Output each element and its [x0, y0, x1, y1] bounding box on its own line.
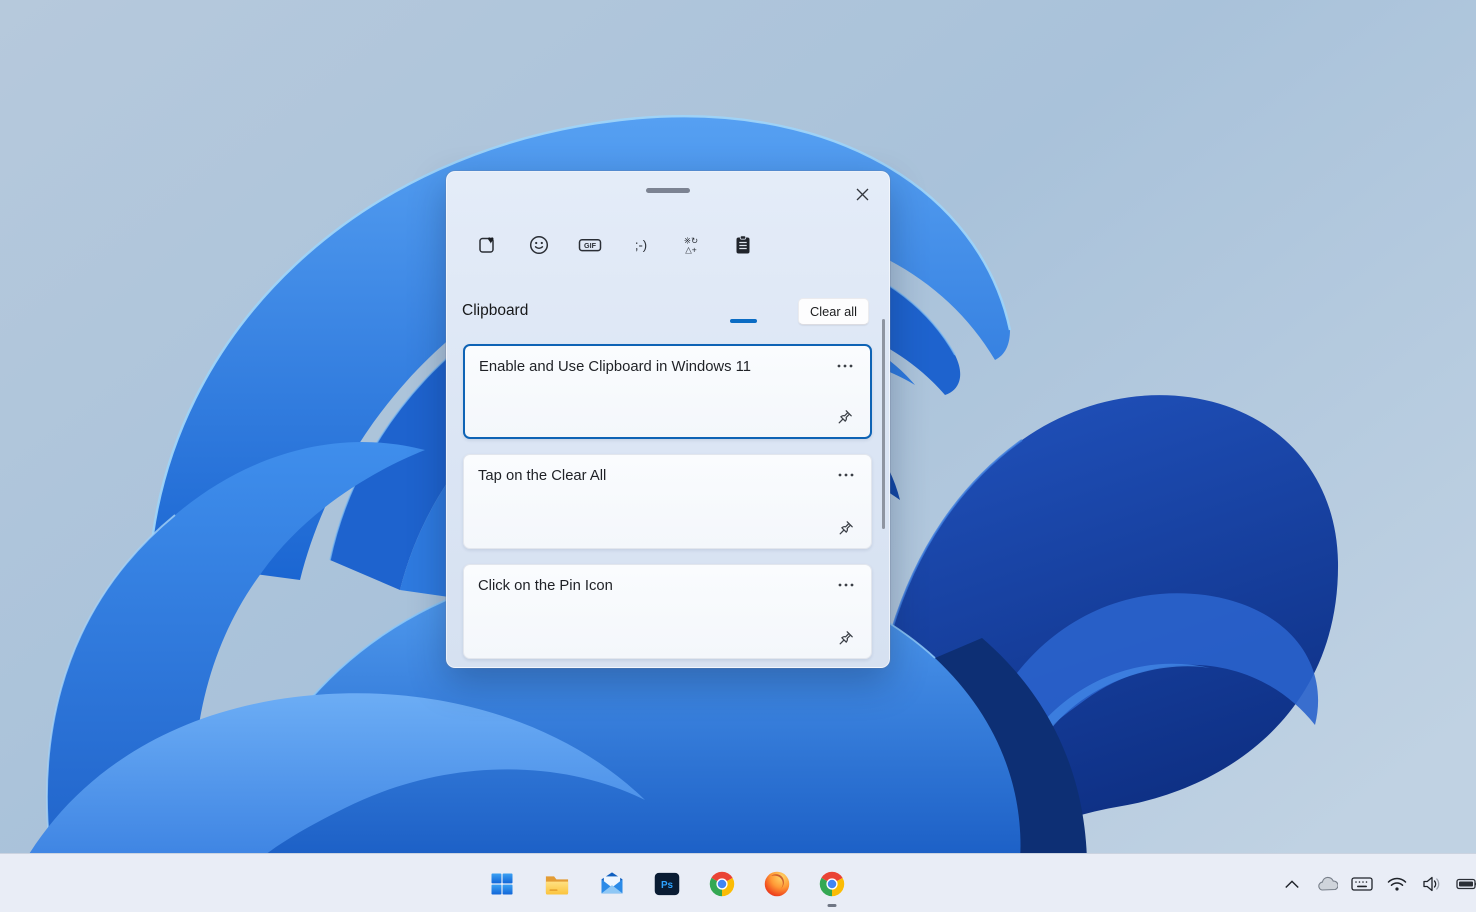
mail-icon [598, 870, 626, 898]
clipboard-item-text: Enable and Use Clipboard in Windows 11 [479, 359, 822, 375]
windows-start-icon [488, 870, 516, 898]
clipboard-icon [731, 233, 755, 257]
show-hidden-icons-button[interactable] [1281, 873, 1303, 895]
close-button[interactable] [849, 181, 875, 207]
tab-clipboard[interactable] [724, 226, 762, 264]
running-app-indicator [828, 904, 837, 907]
clipboard-item[interactable]: Tap on the Clear All [463, 454, 872, 549]
battery-icon [1456, 877, 1476, 891]
firefox-icon [763, 870, 791, 898]
clipboard-items-list: Enable and Use Clipboard in Windows 11 T… [463, 344, 872, 674]
symbols-icon: ※↻ △+ [679, 233, 703, 257]
pin-icon [837, 409, 853, 425]
onedrive-button[interactable] [1316, 873, 1338, 895]
start-button[interactable] [488, 870, 516, 898]
clipboard-panel: ♥ GIF ;-) [446, 171, 890, 668]
pin-button[interactable] [833, 626, 859, 650]
system-tray [1281, 854, 1474, 912]
battery-button[interactable] [1456, 873, 1476, 895]
panel-header: Clipboard Clear all [462, 296, 869, 326]
more-options-button[interactable] [832, 356, 858, 376]
volume-button[interactable] [1421, 873, 1443, 895]
clear-all-button[interactable]: Clear all [798, 298, 869, 325]
file-explorer-icon [543, 870, 571, 898]
file-explorer-button[interactable] [543, 870, 571, 898]
tab-strip: ♥ GIF ;-) [447, 226, 889, 270]
wifi-icon [1387, 876, 1407, 892]
more-options-button[interactable] [833, 465, 859, 485]
photoshop-icon: Ps [653, 870, 681, 898]
svg-text:♥: ♥ [488, 235, 495, 247]
cloud-icon [1316, 876, 1338, 892]
desktop: ♥ GIF ;-) [0, 0, 1476, 912]
clipboard-item-text: Click on the Pin Icon [478, 578, 823, 594]
taskbar-apps: Ps [488, 854, 846, 912]
gif-icon: GIF [577, 233, 603, 257]
keyboard-icon [1351, 876, 1373, 892]
firefox-button[interactable] [763, 870, 791, 898]
photoshop-button[interactable]: Ps [653, 870, 681, 898]
svg-text:△+: △+ [685, 245, 697, 255]
scrollbar[interactable] [882, 319, 885, 529]
pin-icon [838, 520, 854, 536]
more-options-icon [838, 583, 854, 587]
chrome-icon [818, 870, 846, 898]
tab-gif[interactable]: GIF [571, 226, 609, 264]
touch-keyboard-button[interactable] [1351, 873, 1373, 895]
speaker-icon [1422, 876, 1442, 892]
panel-title: Clipboard [462, 302, 528, 320]
tab-symbols[interactable]: ※↻ △+ [672, 226, 710, 264]
chevron-up-icon [1284, 878, 1300, 890]
pin-icon [838, 630, 854, 646]
clipboard-item[interactable]: Click on the Pin Icon [463, 564, 872, 659]
clipboard-heart-icon: ♥ [476, 233, 500, 257]
svg-text:Ps: Ps [661, 880, 674, 891]
emoji-icon [527, 233, 551, 257]
kaomoji-icon: ;-) [627, 233, 655, 257]
drag-handle[interactable] [646, 188, 690, 193]
more-options-icon [838, 473, 854, 477]
more-options-icon [837, 364, 853, 368]
taskbar: Ps [0, 853, 1476, 912]
tab-most-recently-used[interactable]: ♥ [469, 226, 507, 264]
mail-button[interactable] [598, 870, 626, 898]
svg-text:;-): ;-) [635, 238, 647, 253]
pin-button[interactable] [833, 516, 859, 540]
more-options-button[interactable] [833, 575, 859, 595]
tab-emoji[interactable] [520, 226, 558, 264]
clipboard-item-text: Tap on the Clear All [478, 468, 823, 484]
tab-kaomoji[interactable]: ;-) [622, 226, 660, 264]
wifi-button[interactable] [1386, 873, 1408, 895]
chrome-icon [708, 870, 736, 898]
close-icon [856, 188, 869, 201]
chrome-active-button[interactable] [818, 870, 846, 898]
clipboard-item[interactable]: Enable and Use Clipboard in Windows 11 [463, 344, 872, 439]
svg-text:GIF: GIF [584, 241, 597, 250]
chrome-button[interactable] [708, 870, 736, 898]
pin-button[interactable] [832, 405, 858, 429]
